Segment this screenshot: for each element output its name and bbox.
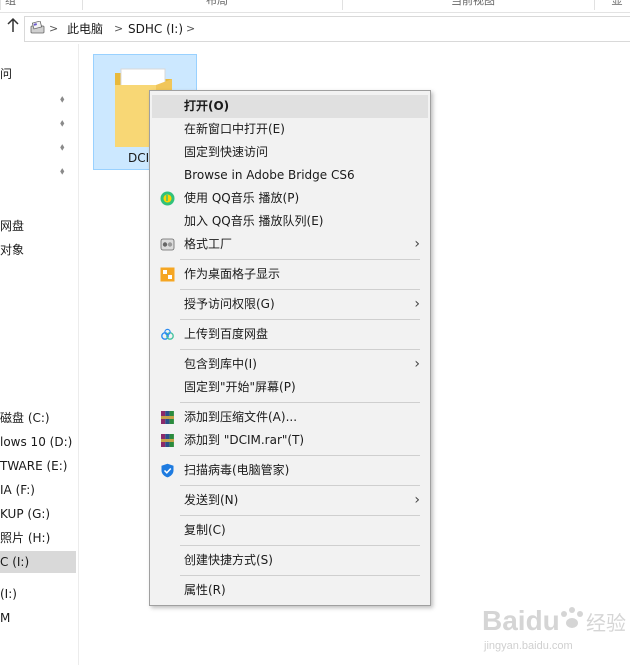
pin-icon: ⬧	[60, 94, 65, 105]
nav-item-drive-c[interactable]: 磁盘 (C:)	[0, 407, 76, 429]
menu-item-label: 扫描病毒(电脑管家)	[184, 463, 290, 477]
menu-item-label: 作为桌面格子显示	[184, 267, 281, 281]
nav-item-quick-access[interactable]: 问	[0, 63, 76, 85]
pin-icon: ⬧	[60, 142, 65, 153]
menu-separator	[180, 259, 420, 260]
menu-separator	[180, 319, 420, 320]
menu-item-label: 复制(C)	[184, 523, 226, 537]
breadcrumb-separator: >	[186, 22, 196, 35]
menu-item-adobe-bridge[interactable]: Browse in Adobe Bridge CS6	[152, 164, 428, 187]
breadcrumb-sdhc[interactable]: SDHC (I:)	[128, 17, 183, 41]
baidu-watermark: Baidu 经验 jingyan.baidu.com	[480, 598, 630, 660]
menu-item-properties[interactable]: 属性(R)	[152, 579, 428, 602]
menu-item-label: 属性(R)	[184, 583, 226, 597]
menu-item-pin-start[interactable]: 固定到"开始"屏幕(P)	[152, 376, 428, 399]
menu-item-label: 授予访问权限(G)	[184, 297, 275, 311]
address-bar[interactable]: > 此电脑 > SDHC (I:) >	[24, 16, 630, 42]
menu-item-label: 在新窗口中打开(E)	[184, 122, 285, 136]
breadcrumb-separator: >	[114, 22, 124, 35]
winrar-icon	[161, 434, 174, 447]
nav-item-drive-i-removable[interactable]: (I:)	[0, 583, 76, 605]
nav-item-netdisk[interactable]: 网盘	[0, 215, 76, 237]
menu-item-label: 包含到库中(I)	[184, 357, 257, 371]
menu-item-label: 格式工厂	[184, 237, 233, 251]
ribbon-tab[interactable]: 布局	[82, 0, 347, 10]
menu-item-include-library[interactable]: 包含到库中(I) ›	[152, 353, 428, 376]
pin-icon: ⬧	[60, 118, 65, 129]
baidu-paw-icon: Baidu 经验	[482, 605, 626, 636]
menu-item-qq-music-queue[interactable]: 加入 QQ音乐 播放队列(E)	[152, 210, 428, 233]
menu-item-grant-access[interactable]: 授予访问权限(G) ›	[152, 293, 428, 316]
watermark-suffix: 经验	[586, 611, 626, 635]
qq-music-icon	[160, 191, 175, 206]
menu-item-scan-virus[interactable]: 扫描病毒(电脑管家)	[152, 459, 428, 482]
menu-separator	[180, 455, 420, 456]
ribbon-tab[interactable]: 组	[0, 0, 45, 10]
menu-separator	[180, 402, 420, 403]
nav-item-3d-objects[interactable]: 对象	[0, 239, 76, 261]
nav-item-drive-f[interactable]: IA (F:)	[0, 479, 76, 501]
context-menu: 打开(O) 在新窗口中打开(E) 固定到快速访问 Browse in Adobe…	[149, 90, 431, 606]
nav-item-drive-e[interactable]: TWARE (E:)	[0, 455, 76, 477]
address-row: > 此电脑 > SDHC (I:) >	[0, 15, 630, 42]
menu-separator	[180, 575, 420, 576]
up-arrow-button[interactable]	[3, 17, 23, 39]
menu-item-copy[interactable]: 复制(C)	[152, 519, 428, 542]
up-arrow-icon	[7, 17, 19, 32]
shield-icon	[161, 463, 174, 478]
ribbon-tab[interactable]: 显	[594, 0, 630, 10]
nav-item-drive-d[interactable]: lows 10 (D:)	[0, 431, 76, 453]
menu-item-label: 添加到压缩文件(A)...	[184, 410, 298, 424]
menu-item-add-dcim-rar[interactable]: 添加到 "DCIM.rar"(T)	[152, 429, 428, 452]
ribbon-tab[interactable]: 当前视图	[342, 0, 599, 10]
menu-item-qq-music-play[interactable]: 使用 QQ音乐 播放(P)	[152, 187, 428, 210]
chevron-right-icon: ›	[414, 492, 420, 508]
nav-item-drive-i[interactable]: C (I:)	[0, 551, 76, 573]
baidu-cloud-icon	[161, 328, 174, 340]
menu-item-desktop-grid[interactable]: 作为桌面格子显示	[152, 263, 428, 286]
ribbon-strip: 组 布局 当前视图 显	[0, 0, 630, 12]
menu-item-label: 加入 QQ音乐 播放队列(E)	[184, 214, 324, 228]
menu-item-create-shortcut[interactable]: 创建快捷方式(S)	[152, 549, 428, 572]
menu-separator	[180, 545, 420, 546]
sd-card-drive-icon	[30, 21, 45, 34]
menu-separator	[180, 349, 420, 350]
ribbon-divider	[0, 12, 630, 13]
breadcrumb-this-pc[interactable]: 此电脑	[67, 17, 103, 41]
menu-item-baidu-upload[interactable]: 上传到百度网盘	[152, 323, 428, 346]
menu-item-label: 使用 QQ音乐 播放(P)	[184, 191, 300, 205]
nav-item-drive-g[interactable]: KUP (G:)	[0, 503, 76, 525]
nav-item-drive-h[interactable]: 照片 (H:)	[0, 527, 76, 549]
format-factory-icon	[160, 238, 175, 251]
menu-item-label: 打开(O)	[184, 99, 230, 113]
menu-item-label: 创建快捷方式(S)	[184, 553, 273, 567]
nav-item-dcim[interactable]: M	[0, 607, 76, 629]
chevron-right-icon: ›	[414, 236, 420, 252]
menu-item-format-factory[interactable]: 格式工厂 ›	[152, 233, 428, 256]
menu-separator	[180, 289, 420, 290]
pin-icon: ⬧	[60, 166, 65, 177]
menu-item-label: Browse in Adobe Bridge CS6	[184, 168, 355, 182]
menu-item-label: 固定到"开始"屏幕(P)	[184, 380, 296, 394]
watermark-url: jingyan.baidu.com	[484, 640, 573, 652]
chevron-right-icon: ›	[414, 296, 420, 312]
menu-separator	[180, 515, 420, 516]
watermark-brand: Baidu	[482, 605, 560, 636]
chevron-right-icon: ›	[414, 356, 420, 372]
navigation-pane: 问 ⬧ ⬧ ⬧ ⬧ 网盘 对象 磁盘 (C:) lows 10 (D:) TWA…	[0, 44, 79, 665]
desktop-grid-icon	[160, 267, 175, 282]
menu-item-pin-quick-access[interactable]: 固定到快速访问	[152, 141, 428, 164]
menu-item-open[interactable]: 打开(O)	[152, 95, 428, 118]
menu-item-open-new-window[interactable]: 在新窗口中打开(E)	[152, 118, 428, 141]
menu-item-send-to[interactable]: 发送到(N) ›	[152, 489, 428, 512]
menu-item-label: 固定到快速访问	[184, 145, 269, 159]
menu-separator	[180, 485, 420, 486]
menu-item-label: 上传到百度网盘	[184, 327, 269, 341]
menu-item-label: 添加到 "DCIM.rar"(T)	[184, 433, 305, 447]
winrar-icon	[161, 411, 174, 424]
breadcrumb-separator: >	[49, 22, 59, 35]
menu-item-label: 发送到(N)	[184, 493, 239, 507]
menu-item-add-archive[interactable]: 添加到压缩文件(A)...	[152, 406, 428, 429]
